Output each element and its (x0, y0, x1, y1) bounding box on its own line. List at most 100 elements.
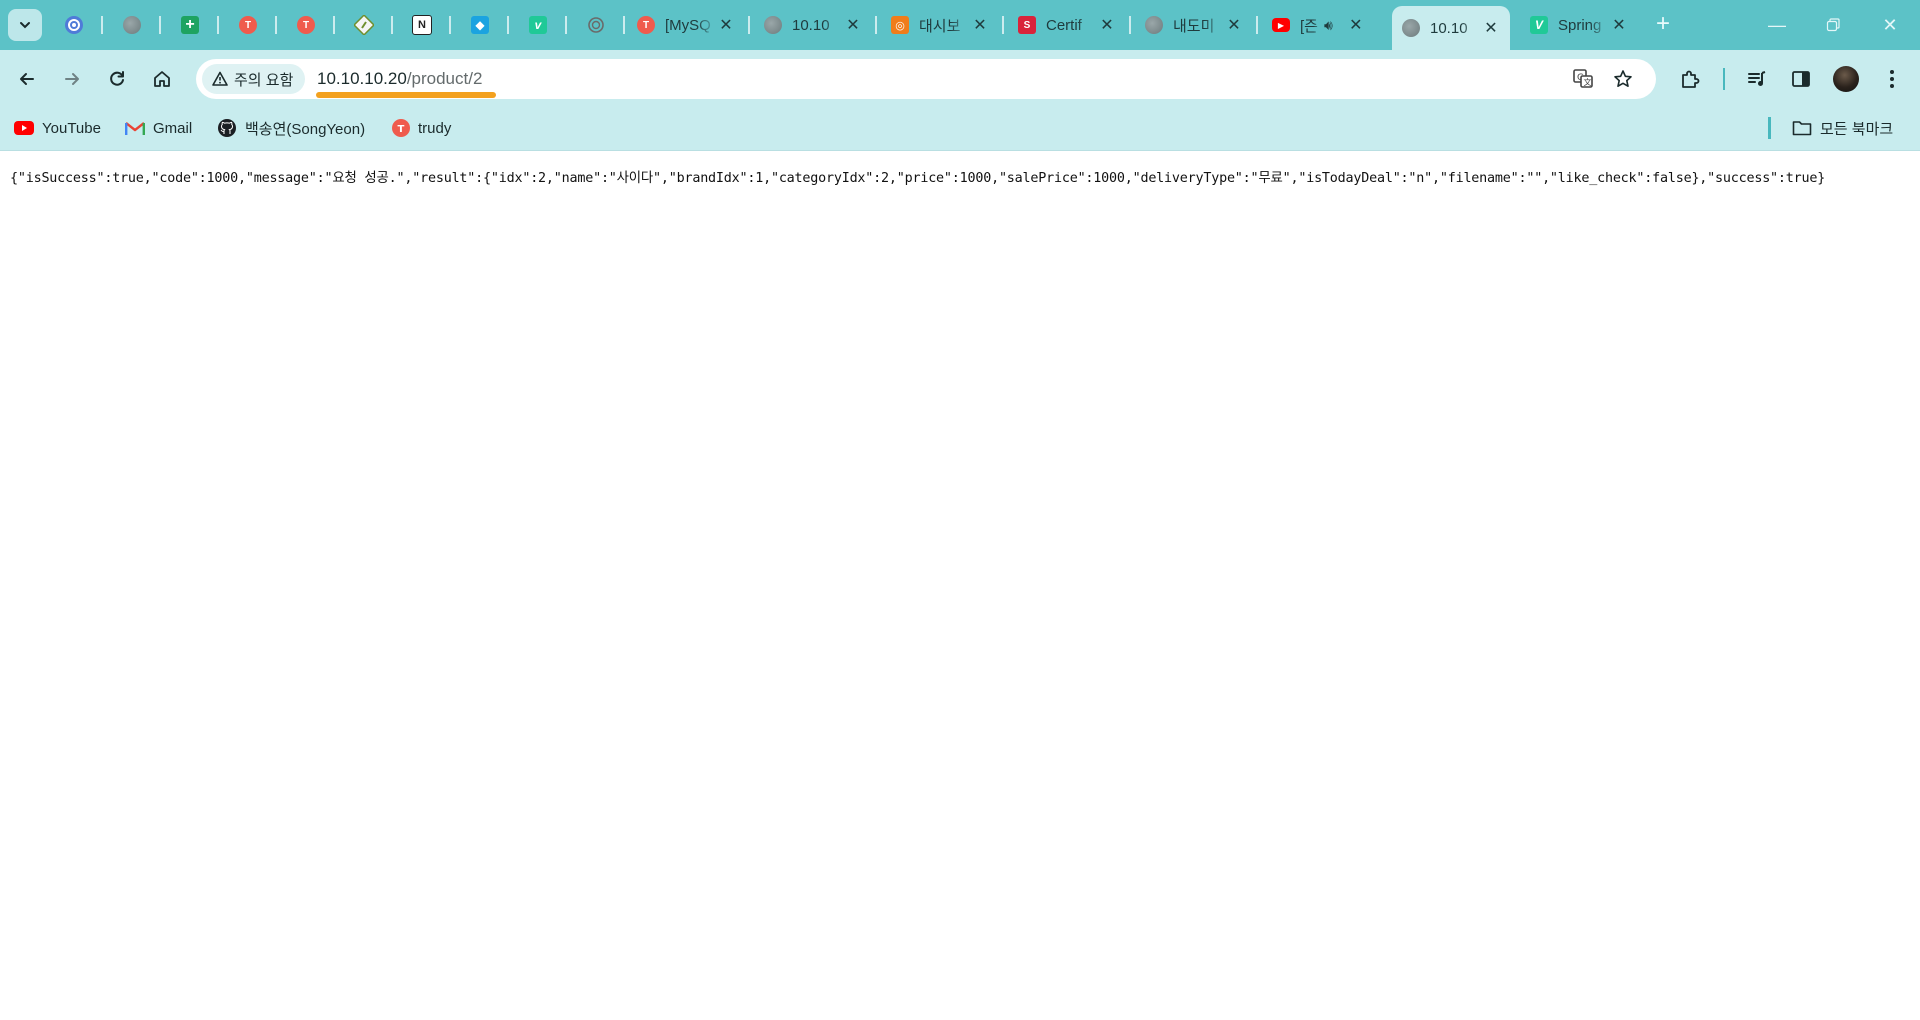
globe-icon (123, 16, 141, 34)
url-path: /product/2 (406, 69, 483, 88)
minimize-icon: — (1768, 14, 1786, 35)
close-tab-icon[interactable]: ✕ (1347, 16, 1365, 34)
tab-separator (449, 16, 451, 34)
globe-icon (1145, 16, 1163, 34)
extensions-button[interactable] (1673, 62, 1707, 96)
tab-separator (391, 16, 393, 34)
bookmarks-separator (1768, 117, 1771, 139)
tab-youtube[interactable]: ▶ [즌 🔊︎ ✕ (1262, 7, 1380, 43)
cube-icon: ◆ (471, 16, 489, 34)
home-button[interactable] (145, 62, 179, 96)
pinned-tab-4[interactable]: T (233, 10, 263, 40)
reload-button[interactable] (100, 62, 134, 96)
velog-icon: V (1530, 16, 1548, 34)
svg-text:文: 文 (1584, 77, 1592, 87)
tab-mysql[interactable]: T [MySQ ✕ (627, 7, 745, 43)
pinned-tab-3[interactable]: + (175, 10, 205, 40)
tab-title: 10.10 (792, 16, 830, 34)
close-tab-icon[interactable]: ✕ (844, 16, 862, 34)
translate-icon: G文 (1573, 69, 1593, 88)
kebab-menu-icon (1890, 70, 1894, 88)
home-icon (154, 71, 170, 87)
tab-title: 대시보 (919, 17, 961, 35)
youtube-icon (14, 121, 34, 135)
tab-certif[interactable]: S Certif ✕ (1008, 7, 1126, 43)
pinned-tab-9[interactable]: v (523, 10, 553, 40)
tab-separator (507, 16, 509, 34)
side-panel-icon (1792, 71, 1810, 87)
bookmark-label: trudy (418, 119, 452, 137)
security-chip[interactable]: 주의 요함 (202, 64, 306, 94)
tab-title: [MySQ (665, 16, 711, 34)
tab-naedomi[interactable]: 내도미 ✕ (1135, 7, 1253, 43)
tab-dashboard[interactable]: ◎ 대시보 ✕ (881, 7, 999, 43)
pinned-tab-7[interactable]: N (407, 10, 437, 40)
forward-button[interactable] (55, 62, 89, 96)
close-tab-icon[interactable]: ✕ (1482, 19, 1500, 37)
page-content: {"isSuccess":true,"code":1000,"message":… (0, 151, 1920, 1020)
trudy-icon: T (392, 119, 410, 137)
pinned-tab-2[interactable] (117, 10, 147, 40)
security-label: 주의 요함 (234, 71, 294, 89)
tab-title: 10.10 (1430, 19, 1468, 37)
browser-chrome: + T T N ◆ v T [MySQ ✕ 10.10 ✕ ◎ 대시보 ✕ S … (0, 0, 1920, 151)
tab-active[interactable]: 10.10 ✕ (1392, 6, 1510, 50)
all-bookmarks-folder[interactable]: 모든 북마크 (1792, 116, 1893, 140)
diamond-icon (354, 15, 374, 35)
cert-icon: S (1018, 16, 1036, 34)
toolbar-separator (1723, 68, 1725, 90)
restore-button[interactable] (1813, 10, 1853, 40)
minimize-button[interactable]: — (1757, 10, 1797, 40)
bookmark-trudy[interactable]: T trudy (392, 116, 451, 140)
bookmark-label: Gmail (153, 119, 193, 137)
menu-button[interactable] (1875, 62, 1909, 96)
close-tab-icon[interactable]: ✕ (717, 16, 735, 34)
translate-button[interactable]: G文 (1566, 62, 1600, 96)
tab-title: Spring (1558, 16, 1602, 34)
close-tab-icon[interactable]: ✕ (971, 16, 989, 34)
tab-separator (1256, 16, 1258, 34)
bookmark-gmail[interactable]: Gmail (125, 116, 192, 140)
tab-separator (217, 16, 219, 34)
toolbar: 주의 요함 10.10.10.20/product/2 G文 (0, 50, 1920, 107)
back-button[interactable] (10, 62, 44, 96)
url-highlight-underline (316, 92, 496, 98)
close-window-button[interactable]: ✕ (1870, 10, 1910, 40)
tab-spring[interactable]: V Spring ✕ (1520, 7, 1638, 43)
new-tab-button[interactable]: + (1650, 12, 1676, 38)
tab-search-button[interactable] (8, 9, 42, 41)
tab-separator (1002, 16, 1004, 34)
tab-10-10[interactable]: 10.10 ✕ (754, 7, 872, 43)
bookmark-label: 백송연(SongYeon) (245, 120, 366, 138)
speaker-icon[interactable]: 🔊︎ (1324, 17, 1333, 34)
tab-separator (1129, 16, 1131, 34)
address-bar[interactable]: 주의 요함 10.10.10.20/product/2 G文 (196, 59, 1656, 99)
url-host: 10.10.10.20 (317, 69, 407, 88)
media-control-button[interactable] (1740, 62, 1774, 96)
profile-avatar-button[interactable] (1829, 62, 1863, 96)
tab-separator (623, 16, 625, 34)
side-panel-button[interactable] (1784, 62, 1818, 96)
pinned-tab-8[interactable]: ◆ (465, 10, 495, 40)
pinned-tab-10[interactable] (581, 10, 611, 40)
url-text[interactable]: 10.10.10.20/product/2 (317, 69, 482, 89)
pinned-tab-5[interactable]: T (291, 10, 321, 40)
trudy-icon: T (637, 16, 655, 34)
pinned-tab-1[interactable] (59, 10, 89, 40)
tab-separator (159, 16, 161, 34)
chatgpt-icon (588, 17, 604, 33)
dashboard-icon: ◎ (891, 16, 909, 34)
bookmark-github[interactable]: 백송연(SongYeon) (217, 116, 365, 140)
close-tab-icon[interactable]: ✕ (1098, 16, 1116, 34)
avatar (1833, 66, 1859, 92)
chevron-down-icon (20, 22, 30, 29)
tab-separator (101, 16, 103, 34)
bookmark-star-button[interactable] (1606, 62, 1640, 96)
close-icon: ✕ (1882, 14, 1898, 35)
gmail-icon (125, 121, 145, 136)
pinned-tab-6[interactable] (349, 10, 379, 40)
close-tab-icon[interactable]: ✕ (1225, 16, 1243, 34)
github-icon (217, 118, 237, 138)
bookmark-youtube[interactable]: YouTube (14, 116, 101, 140)
close-tab-icon[interactable]: ✕ (1610, 16, 1628, 34)
